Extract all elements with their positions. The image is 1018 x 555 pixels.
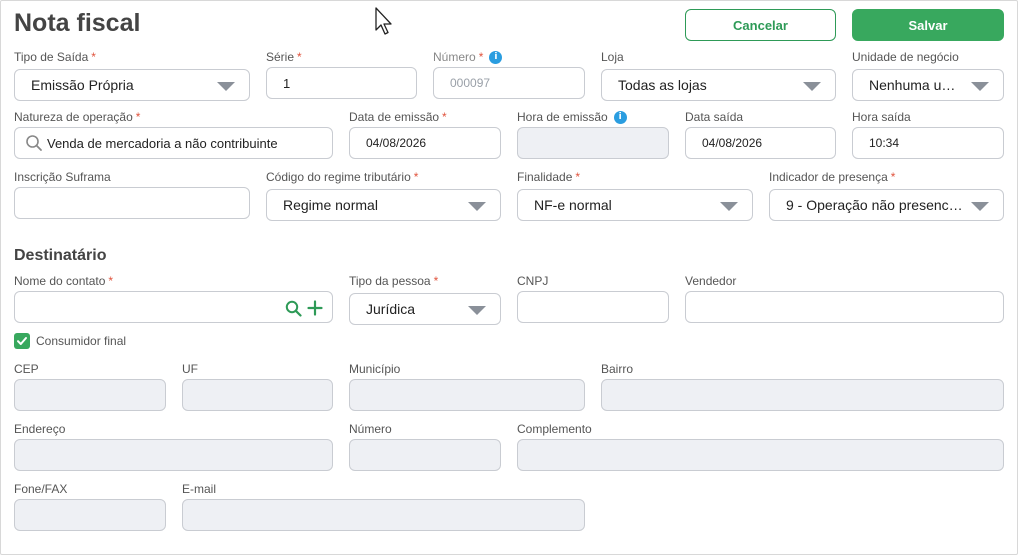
- indicador-presenca-label: Indicador de presença *: [769, 170, 896, 184]
- chevron-down-icon: [971, 82, 989, 91]
- numero-input[interactable]: 000097: [433, 67, 585, 99]
- fone-fax-input: [14, 499, 166, 531]
- data-emissao-input[interactable]: 04/08/2026: [349, 127, 501, 159]
- tipo-saida-label: Tipo de Saída *: [14, 50, 96, 64]
- vendedor-input[interactable]: [685, 291, 1004, 323]
- save-button[interactable]: Salvar: [852, 9, 1004, 41]
- bairro-input: [601, 379, 1004, 411]
- chevron-down-icon: [217, 82, 235, 91]
- codigo-regime-select[interactable]: Regime normal: [266, 189, 501, 221]
- chevron-down-icon: [803, 82, 821, 91]
- nome-contato-input[interactable]: [14, 291, 333, 323]
- plus-icon[interactable]: [307, 300, 323, 316]
- chevron-down-icon: [468, 306, 486, 315]
- data-saida-label: Data saída: [685, 110, 744, 124]
- serie-input[interactable]: 1: [266, 67, 417, 99]
- loja-label: Loja: [601, 50, 624, 64]
- endereco-label: Endereço: [14, 422, 66, 436]
- unidade-negocio-label: Unidade de negócio: [852, 50, 959, 64]
- tipo-saida-select[interactable]: Emissão Própria: [14, 69, 250, 101]
- bairro-label: Bairro: [601, 362, 634, 376]
- info-icon[interactable]: i: [613, 111, 627, 125]
- municipio-input: [349, 379, 585, 411]
- serie-label: Série *: [266, 50, 302, 64]
- loja-select[interactable]: Todas as lojas: [601, 69, 836, 101]
- check-icon: [17, 337, 27, 345]
- hora-saida-label: Hora saída: [852, 110, 911, 124]
- chevron-down-icon: [971, 202, 989, 211]
- inscricao-suframa-label: Inscrição Suframa: [14, 170, 111, 184]
- email-label: E-mail: [182, 482, 217, 496]
- uf-input: [182, 379, 333, 411]
- search-icon: [26, 135, 42, 151]
- natureza-operacao-input[interactable]: Venda de mercadoria a não contribuinte: [14, 127, 333, 159]
- info-icon[interactable]: i: [489, 51, 503, 65]
- mouse-cursor-icon: [375, 7, 392, 35]
- complemento-input: [517, 439, 1004, 471]
- data-saida-input[interactable]: 04/08/2026: [685, 127, 836, 159]
- cep-input: [14, 379, 166, 411]
- destinatario-section-title: Destinatário: [14, 247, 107, 264]
- hora-emissao-input: [517, 127, 669, 159]
- vendedor-label: Vendedor: [685, 274, 737, 288]
- unidade-negocio-select[interactable]: Nenhuma unid…: [852, 69, 1004, 101]
- numero-label: Número * i: [433, 50, 503, 65]
- uf-label: UF: [182, 362, 198, 376]
- numero-endereco-input: [349, 439, 501, 471]
- tipo-pessoa-select[interactable]: Jurídica: [349, 293, 501, 325]
- inscricao-suframa-input[interactable]: [14, 187, 250, 219]
- cancel-button[interactable]: Cancelar: [685, 9, 836, 41]
- email-input: [182, 499, 585, 531]
- finalidade-label: Finalidade *: [517, 170, 581, 184]
- nome-contato-label: Nome do contato *: [14, 274, 114, 288]
- hora-emissao-label: Hora de emissão i: [517, 110, 627, 125]
- cnpj-label: CNPJ: [517, 274, 549, 288]
- data-emissao-label: Data de emissão *: [349, 110, 447, 124]
- chevron-down-icon: [720, 202, 738, 211]
- natureza-operacao-value: Venda de mercadoria a não contribuinte: [47, 135, 278, 151]
- chevron-down-icon: [468, 202, 486, 211]
- indicador-presenca-select[interactable]: 9 - Operação não presencial, …: [769, 189, 1004, 221]
- numero-endereco-label: Número: [349, 422, 392, 436]
- page-title: Nota fiscal: [14, 9, 141, 37]
- natureza-operacao-label: Natureza de operação *: [14, 110, 141, 124]
- complemento-label: Complemento: [517, 422, 592, 436]
- cep-label: CEP: [14, 362, 39, 376]
- cnpj-input[interactable]: [517, 291, 669, 323]
- fone-fax-label: Fone/FAX: [14, 482, 68, 496]
- finalidade-select[interactable]: NF-e normal: [517, 189, 753, 221]
- consumidor-final-checkbox[interactable]: [14, 333, 30, 349]
- municipio-label: Município: [349, 362, 401, 376]
- codigo-regime-label: Código do regime tributário *: [266, 170, 419, 184]
- tipo-pessoa-label: Tipo da pessoa *: [349, 274, 439, 288]
- search-icon[interactable]: [285, 300, 302, 317]
- endereco-input: [14, 439, 333, 471]
- hora-saida-input[interactable]: 10:34: [852, 127, 1004, 159]
- consumidor-final-label[interactable]: Consumidor final: [36, 334, 126, 348]
